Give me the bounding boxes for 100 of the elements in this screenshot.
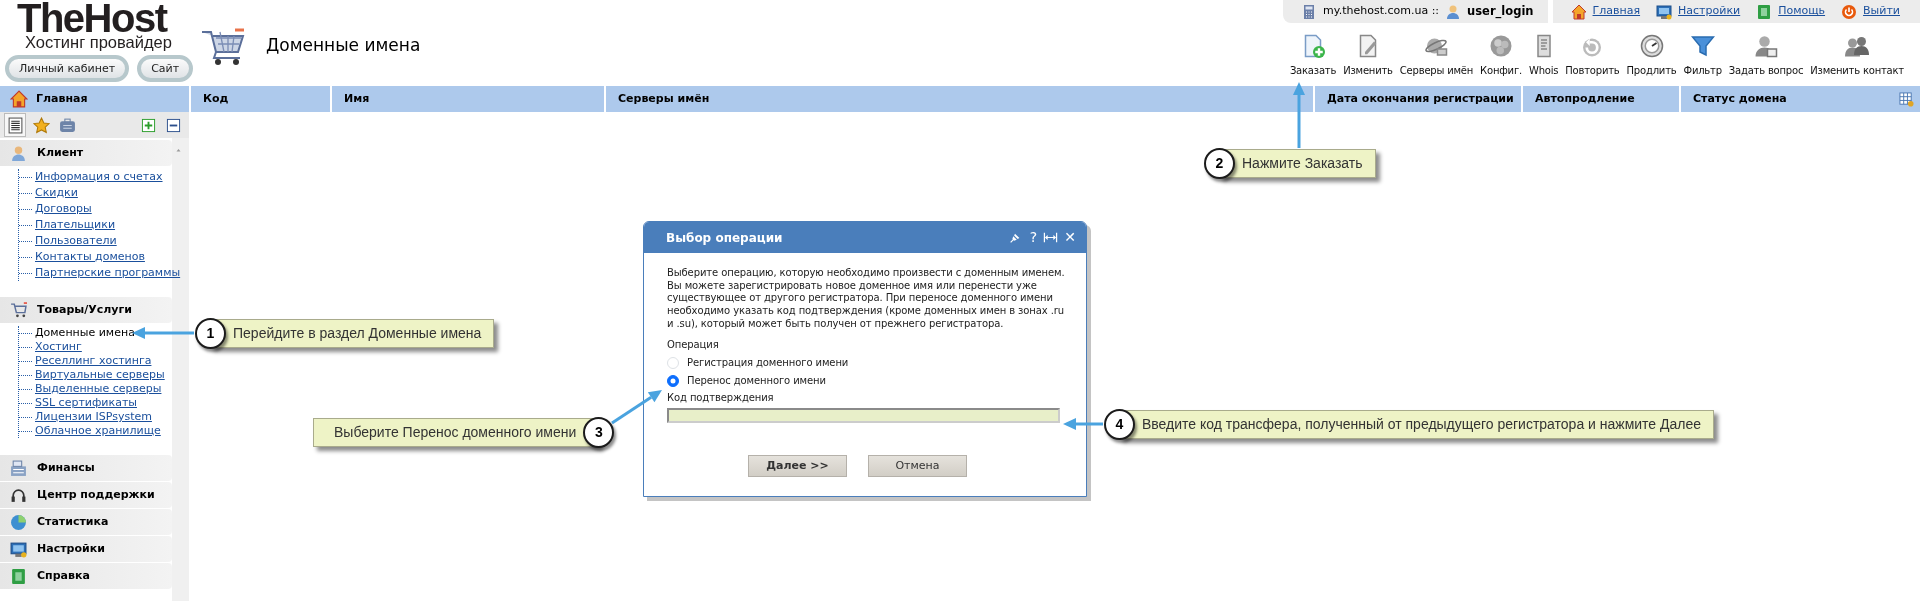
callout-arrow [1063, 418, 1103, 430]
sidebar-tab[interactable] [4, 113, 26, 137]
section-header[interactable]: Настройки [0, 536, 172, 562]
dialog-title: Выбор операции [666, 229, 784, 247]
section-title: Финансы [37, 459, 95, 476]
toolbar-button[interactable]: Продлить [1624, 34, 1679, 78]
sidebar-link[interactable]: Пользователи [35, 234, 117, 247]
step-number: 4 [1104, 409, 1135, 440]
section-header[interactable]: Финансы [0, 455, 172, 481]
callout-arrow [132, 327, 194, 339]
sidebar-link[interactable]: Реселлинг хостинга [35, 354, 152, 367]
section-header[interactable]: Товары/Услуги [0, 297, 172, 323]
column-header[interactable]: Автопродление [1521, 86, 1679, 112]
gauge-icon [1639, 34, 1664, 58]
house-icon[interactable] [1570, 3, 1587, 20]
cart-icon [10, 301, 27, 319]
cash-register-icon [10, 459, 27, 477]
sidebar-link[interactable]: Лицензии ISPsystem [35, 410, 152, 423]
sidebar-link[interactable]: Облачное хранилище [35, 424, 161, 437]
radio-button[interactable] [667, 375, 679, 388]
sidebar-link[interactable]: Плательщики [35, 218, 116, 231]
host-label: my.thehost.com.ua :: [1323, 3, 1440, 20]
dialog-description: Выберите операцию, которую необходимо произвести с доменным именем. Вы можете зарегистрировать новое доменное имя или перенести уже существующее от другого регистратора. При переносе доменного имени необходимо указать код подтверждения (кроме доменных имен в зонах .ru и .su), который может быть получен от прежнего регистратора. [667, 267, 1066, 331]
section-title: Центр поддержки [37, 486, 155, 503]
step-number: 3 [583, 417, 615, 448]
headset-icon [10, 486, 27, 504]
page-title: Доменные имена [266, 34, 421, 58]
code-label: Код подтверждения [667, 392, 774, 405]
help-book-icon [10, 567, 27, 585]
header-button[interactable]: Личный кабинет [5, 55, 130, 82]
column-header[interactable]: Код [189, 86, 330, 112]
user-login: user_login [1467, 2, 1534, 21]
toolbar-button[interactable]: Изменить [1341, 34, 1395, 78]
toolbar-button[interactable]: Фильтр [1681, 34, 1724, 78]
sidebar-link[interactable]: Виртуальные серверы [35, 368, 165, 381]
dialog-button[interactable]: Далее >> [748, 454, 847, 477]
home-link[interactable]: Главная [36, 90, 88, 108]
toolbar-button[interactable]: Изменить контакт [1808, 34, 1906, 78]
logo-title: TheHost [17, 2, 167, 34]
help-book-icon[interactable] [1756, 3, 1773, 20]
callout-arrow [611, 390, 662, 425]
sphere-icon [1489, 34, 1514, 58]
person-envelope-icon [1754, 34, 1779, 58]
toolbar-button[interactable]: Задать вопрос [1726, 34, 1806, 78]
sidebar-link[interactable]: Информация о счетах [35, 170, 163, 183]
section-title: Товары/Услуги [37, 301, 132, 318]
column-header[interactable]: Дата окончания регистрации [1313, 86, 1521, 112]
top-link[interactable]: Настройки [1678, 3, 1741, 20]
sidebar-link[interactable]: Договоры [35, 202, 92, 215]
option-label: Перенос доменного имени [687, 374, 826, 388]
header-button[interactable]: Сайт [137, 55, 194, 82]
option-label: Регистрация доменного имени [687, 356, 849, 370]
step-number: 1 [195, 318, 226, 349]
section-title: Статистика [37, 513, 109, 530]
section-header[interactable]: Клиент [0, 140, 172, 166]
section-header[interactable]: Центр поддержки [0, 482, 172, 508]
sidebar-link[interactable]: Контакты доменов [35, 250, 145, 263]
top-link[interactable]: Главная [1592, 3, 1641, 20]
toolbar-button[interactable]: Повторить [1563, 34, 1622, 78]
user-icon [1445, 3, 1462, 20]
section-title: Клиент [37, 144, 84, 161]
people-icon [1845, 34, 1870, 58]
toolbar-button[interactable]: Конфиг. [1478, 34, 1524, 78]
monitor-icon[interactable] [1656, 3, 1673, 20]
collapse-icon[interactable] [166, 117, 181, 133]
operation-label: Операция [667, 338, 719, 352]
monitor-icon [10, 540, 27, 558]
section-title: Настройки [37, 540, 105, 557]
callout-arrow [1293, 82, 1305, 148]
expand-icon[interactable] [141, 117, 156, 133]
column-header[interactable]: Имя [330, 86, 604, 112]
section-title: Справка [37, 567, 90, 584]
filter-icon [1690, 34, 1715, 58]
person-icon [10, 144, 27, 162]
toolbar-button[interactable]: Whois [1526, 34, 1561, 78]
section-header[interactable]: Справка [0, 563, 172, 589]
top-link[interactable]: Помощь [1778, 3, 1826, 20]
sidebar-link[interactable]: Скидки [35, 186, 78, 199]
top-link[interactable]: Выйти [1863, 3, 1900, 20]
column-header[interactable]: Статус домена [1679, 86, 1895, 112]
sidebar-link[interactable]: Доменные имена [35, 326, 135, 339]
dialog-button[interactable]: Отмена [868, 454, 967, 477]
calculator-icon [1301, 3, 1317, 20]
sidebar-link[interactable]: Партнерские программы [35, 266, 181, 279]
close-button[interactable]: ✕ [1064, 227, 1076, 248]
section-header[interactable]: Статистика [0, 509, 172, 535]
sidebar-link[interactable]: Выделенные серверы [35, 382, 162, 395]
sidebar-link[interactable]: Хостинг [35, 340, 82, 353]
pie-chart-icon [10, 513, 27, 531]
logo-subtitle: Хостинг провайдер [25, 34, 173, 51]
resize-icon[interactable] [1043, 230, 1059, 245]
help-button[interactable]: ? [1029, 227, 1038, 248]
sidebar-link[interactable]: SSL сертификаты [35, 396, 137, 409]
power-icon[interactable] [1841, 3, 1858, 20]
toolbar-button[interactable]: Заказать [1287, 34, 1339, 78]
code-input-field[interactable] [667, 407, 1060, 423]
column-settings-icon[interactable] [1899, 91, 1914, 107]
toolbar-button[interactable]: Серверы имён [1397, 34, 1476, 78]
house-icon [10, 90, 28, 108]
step-number: 2 [1204, 148, 1235, 179]
